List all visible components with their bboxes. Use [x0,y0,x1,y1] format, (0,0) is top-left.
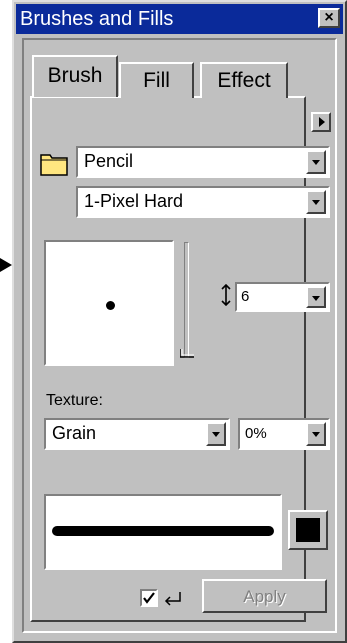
texture-amount-select[interactable]: 0% [238,418,330,450]
apply-button[interactable]: Apply [202,579,327,613]
texture-select[interactable]: Grain [44,418,230,450]
slider-thumb[interactable] [180,348,196,358]
apply-button-label: Apply [243,587,286,606]
chevron-down-icon [312,432,320,437]
brush-category-select[interactable]: Pencil [76,146,330,178]
auto-apply-checkbox[interactable] [140,589,158,607]
window-title: Brushes and Fills [20,8,174,30]
dropdown-button[interactable] [306,422,326,446]
panel-menu-button[interactable] [311,112,331,132]
brush-size-value: 6 [241,288,250,305]
close-button[interactable]: × [318,8,340,28]
brush-size-select[interactable]: 6 [235,282,330,312]
brush-color-swatch[interactable] [288,510,328,550]
return-arrow-icon [164,592,181,606]
brush-variant-value: 1-Pixel Hard [84,191,184,211]
stroke-sample [52,526,274,536]
texture-value: Grain [52,423,97,443]
dropdown-button[interactable] [306,150,326,174]
stroke-preview [44,494,282,570]
tab-effect[interactable]: Effect [200,62,288,98]
title-bar[interactable]: Brushes and Fills × [16,4,343,34]
chevron-down-icon [312,296,320,301]
vertical-resize-icon [221,284,231,306]
texture-amount-value: 0% [245,425,267,442]
slider-track [184,242,189,358]
brush-category-value: Pencil [84,151,134,171]
texture-label: Texture: [46,392,103,409]
dropdown-button[interactable] [206,422,226,446]
dropdown-button[interactable] [306,190,326,214]
tab-brush[interactable]: Brush [32,55,118,97]
pointer-arrow-icon [0,258,12,272]
color-swatch-fill [296,518,320,542]
chevron-down-icon [212,432,220,437]
tab-fill[interactable]: Fill [119,62,194,98]
chevron-down-icon [312,200,320,205]
chevron-down-icon [312,160,320,165]
screen: Brushes and Fills × Brush Fill Effect Pe… [0,0,347,643]
brush-dab [106,301,115,310]
brush-variant-select[interactable]: 1-Pixel Hard [76,186,330,218]
dropdown-button[interactable] [306,286,326,308]
folder-icon[interactable] [40,150,68,176]
menu-arrow-icon [319,117,325,127]
brush-size-slider[interactable] [180,242,194,360]
brush-dab-preview [44,240,174,366]
checkmark-icon [143,592,155,604]
